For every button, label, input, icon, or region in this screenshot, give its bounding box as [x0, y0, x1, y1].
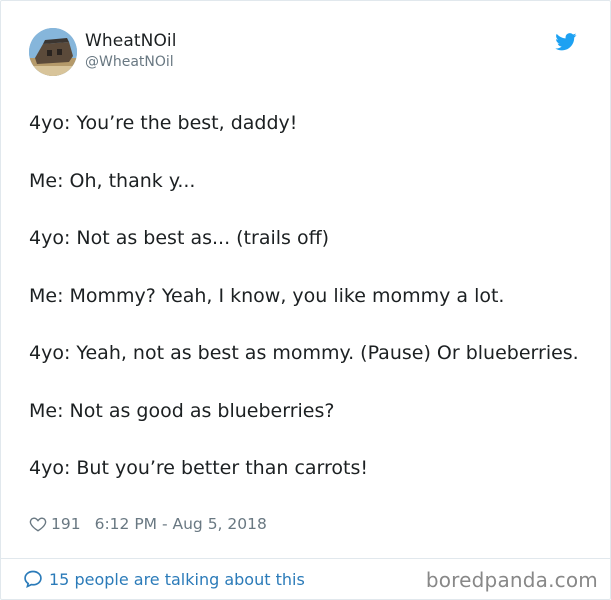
twitter-bird-icon[interactable] [555, 33, 577, 51]
user-handle[interactable]: @WheatNOil [85, 54, 174, 70]
watermark: boredpanda.com [425, 568, 598, 592]
tweet-meta: 191 6:12 PM - Aug 5, 2018 [29, 512, 267, 536]
heart-icon[interactable] [29, 515, 47, 533]
divider [1, 558, 611, 559]
like-count[interactable]: 191 [51, 515, 81, 533]
tweet-header: WheatNOil @WheatNOil [29, 28, 589, 78]
display-name[interactable]: WheatNOil [85, 31, 177, 51]
tweet-timestamp[interactable]: 6:12 PM - Aug 5, 2018 [95, 515, 267, 533]
tweet-line: 4yo: Yeah, not as best as mommy. (Pause)… [29, 342, 579, 364]
tweet-line: 4yo: But you’re better than carrots! [29, 457, 368, 479]
speech-bubble-icon [24, 570, 42, 589]
tweet-line: 4yo: Not as best as... (trails off) [29, 227, 330, 249]
tweet-line: Me: Mommy? Yeah, I know, you like mommy … [29, 284, 505, 307]
tweet-line: Me: Not as good as blueberries? [29, 399, 335, 422]
conversation-label[interactable]: 15 people are talking about this [49, 570, 305, 589]
tweet-card: WheatNOil @WheatNOil 4yo: You’re the bes… [0, 0, 611, 600]
conversation-link[interactable]: 15 people are talking about this [23, 567, 305, 591]
tweet-line: Me: Oh, thank y... [29, 169, 196, 192]
avatar[interactable] [29, 28, 77, 76]
tweet-body: 4yo: You’re the best, daddy! Me: Oh, tha… [29, 109, 589, 512]
tweet-line: 4yo: You’re the best, daddy! [29, 112, 298, 134]
